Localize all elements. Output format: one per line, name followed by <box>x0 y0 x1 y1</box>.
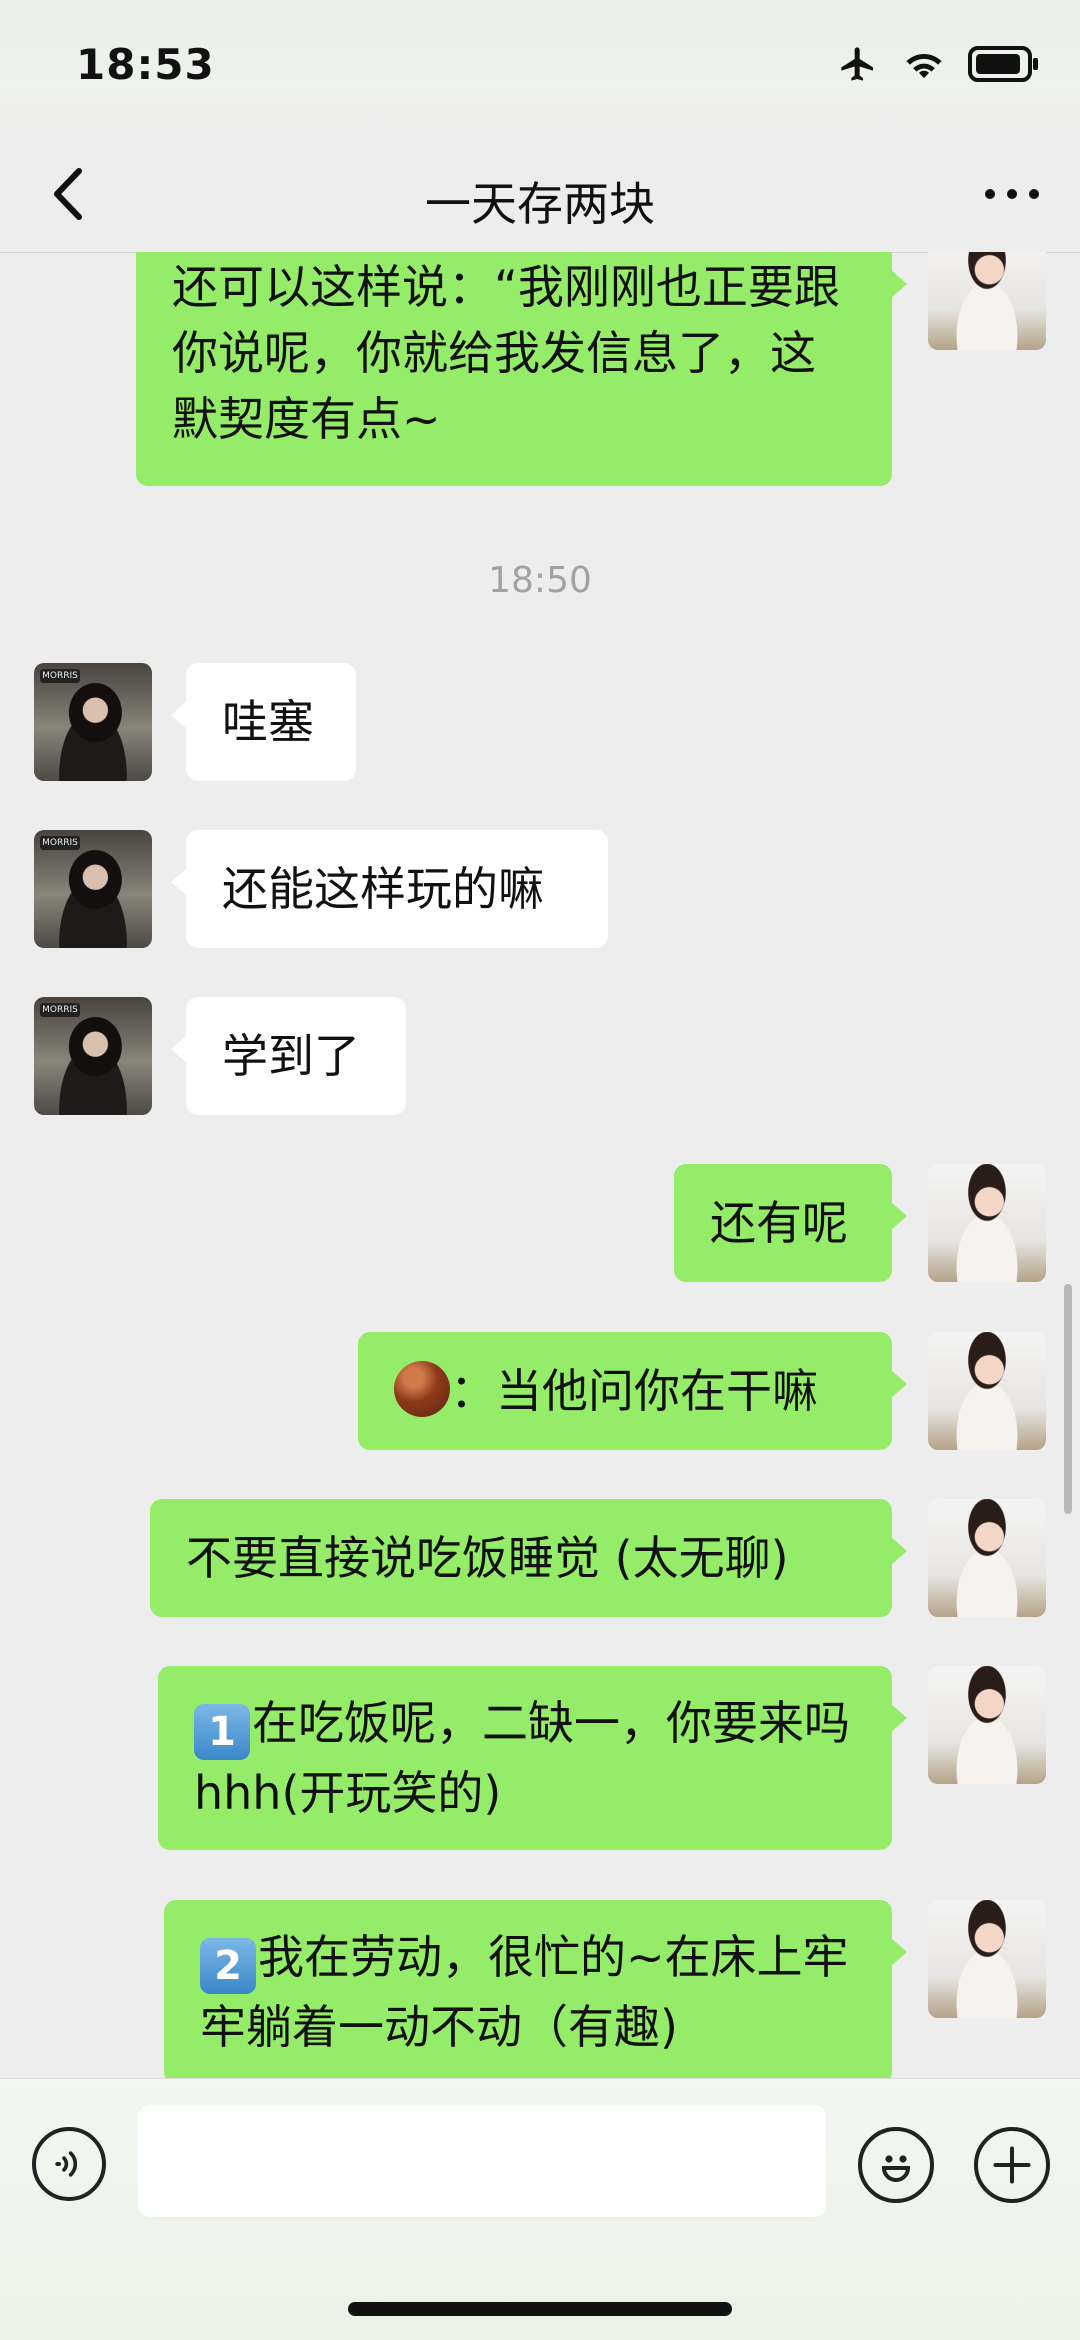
avatar-self[interactable] <box>928 1666 1046 1784</box>
avatar-tag-text: MORRIS <box>40 836 80 850</box>
more-button[interactable] <box>972 162 1052 226</box>
keycap-2-icon: 2 <box>200 1938 256 1994</box>
chat-input-bar <box>0 2078 1080 2340</box>
avatar-self[interactable] <box>928 252 1046 350</box>
message-text: 还可以这样说：“我刚刚也正要跟你说呢，你就给我发信息了，这默契度有点~ <box>172 260 840 446</box>
avatar-tag-text: MORRIS <box>40 1003 80 1017</box>
message-text: 还能这样玩的嘛 <box>222 862 544 916</box>
message-text: 不要直接说吃饭睡觉 (太无聊) <box>186 1531 789 1585</box>
avatar-contact[interactable]: MORRIS <box>34 830 152 948</box>
chat-nav-bar: 一天存两块 <box>0 140 1080 253</box>
message-bubble-sent[interactable]: ：当他问你在干嘛 <box>358 1332 907 1450</box>
status-icons <box>836 44 1040 84</box>
wifi-icon <box>906 54 942 79</box>
avatar-contact[interactable]: MORRIS <box>34 663 152 781</box>
message-bubble-received[interactable]: 还能这样玩的嘛 <box>171 830 608 948</box>
chat-title: 一天存两块 <box>425 177 655 231</box>
avatar-self[interactable] <box>928 1900 1046 2018</box>
chestnut-emoji-icon <box>394 1361 450 1417</box>
avatar-self[interactable] <box>928 1499 1046 1617</box>
home-indicator[interactable] <box>348 2302 732 2316</box>
message-bubble-sent[interactable]: 还可以这样说：“我刚刚也正要跟你说呢，你就给我发信息了，这默契度有点~ <box>136 252 907 486</box>
voice-icon <box>55 2151 78 2177</box>
plus-icon <box>993 2146 1031 2184</box>
more-functions-button[interactable] <box>974 2127 1050 2203</box>
keycap-1-icon: 1 <box>194 1704 250 1760</box>
airplane-icon <box>841 47 873 81</box>
message-bubble-sent[interactable]: 1 在吃饭呢，二缺一，你要来吗 hhh(开玩笑的) <box>158 1666 907 1850</box>
avatar-self[interactable] <box>928 1332 1046 1450</box>
emoji-button[interactable] <box>858 2127 934 2203</box>
message-bubble-sent[interactable]: 不要直接说吃饭睡觉 (太无聊) <box>150 1499 907 1617</box>
scrollbar[interactable] <box>1064 1284 1072 1514</box>
message-bubble-received[interactable]: 哇塞 <box>171 663 356 781</box>
chat-timestamp: 18:50 <box>488 560 592 601</box>
smiley-icon <box>881 2155 911 2182</box>
avatar-tag-text: MORRIS <box>40 669 80 683</box>
message-bubble-received[interactable]: 学到了 <box>171 997 406 1115</box>
avatar-contact[interactable]: MORRIS <box>34 997 152 1115</box>
message-text: 在吃饭呢，二缺一，你要来吗 hhh(开玩笑的) <box>194 1696 850 1820</box>
message-bubble-sent[interactable]: 2 我在劳动，很忙的~在床上牢牢躺着一动不动（有趣) <box>164 1900 907 2078</box>
message-text: 我在劳动，很忙的~在床上牢牢躺着一动不动（有趣) <box>200 1930 849 2054</box>
message-input[interactable] <box>138 2105 826 2217</box>
chat-message-list[interactable]: 还可以这样说：“我刚刚也正要跟你说呢，你就给我发信息了，这默契度有点~ 18:5… <box>0 252 1080 2078</box>
voice-input-button[interactable] <box>32 2127 106 2201</box>
message-text: 学到了 <box>222 1029 360 1083</box>
status-bar: 18:53 <box>0 0 1080 140</box>
message-text: 哇塞 <box>222 695 314 749</box>
message-bubble-sent[interactable]: 还有呢 <box>674 1164 907 1282</box>
avatar-self[interactable] <box>928 1164 1046 1282</box>
more-icon <box>985 189 1039 199</box>
status-time: 18:53 <box>76 40 215 89</box>
message-text: ：当他问你在干嘛 <box>450 1364 818 1418</box>
battery-icon <box>968 46 1038 82</box>
message-text: 还有呢 <box>710 1196 848 1250</box>
